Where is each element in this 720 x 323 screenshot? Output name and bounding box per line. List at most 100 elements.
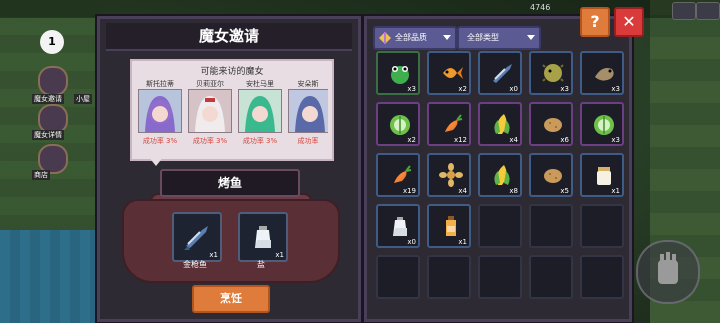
- inventory-slot[interactable]: x2: [376, 102, 420, 146]
- jar-icon: [597, 167, 611, 185]
- inventory-slot-empty[interactable]: [478, 204, 522, 248]
- witch-portrait: [288, 89, 328, 133]
- hand-icon: [658, 252, 678, 284]
- cabbage-icon: [594, 115, 614, 135]
- hud-button[interactable]: [672, 2, 696, 20]
- potato-icon: [544, 118, 562, 132]
- inventory-slot-empty[interactable]: [376, 255, 420, 299]
- inventory-slot[interactable]: x0: [376, 204, 420, 248]
- inventory-slot-empty[interactable]: [580, 255, 624, 299]
- item-qty: x8: [509, 187, 518, 195]
- quality-filter-dropdown[interactable]: 全部品质: [373, 26, 457, 50]
- inventory-slot[interactable]: x0: [478, 51, 522, 95]
- inventory-slot[interactable]: x2: [427, 51, 471, 95]
- cabbage-icon: [390, 115, 410, 135]
- hud-button[interactable]: [696, 2, 720, 20]
- side-label-invite: 魔女邀请: [32, 94, 64, 104]
- inventory-slot[interactable]: x12: [427, 102, 471, 146]
- salt-icon: [393, 217, 407, 236]
- inventory-slot[interactable]: x6: [529, 102, 573, 146]
- goldfish-icon: [443, 67, 463, 79]
- side-label-shop: 商店: [32, 170, 50, 180]
- inventory-slot-empty[interactable]: [529, 255, 573, 299]
- inventory-slot-empty[interactable]: [427, 255, 471, 299]
- visiting-witches-title: 可能来访的魔女: [200, 67, 264, 77]
- oil-icon: [446, 216, 456, 236]
- side-label-detail: 魔女详情: [32, 130, 64, 140]
- item-qty: x4: [458, 187, 467, 195]
- ingredient-slot[interactable]: x1: [172, 212, 222, 262]
- close-button[interactable]: ✕: [614, 7, 644, 37]
- item-qty: x5: [560, 187, 569, 195]
- chapter-badge[interactable]: 1: [40, 30, 64, 54]
- item-qty: x2: [407, 136, 416, 144]
- inventory-slot[interactable]: x3: [580, 51, 624, 95]
- item-qty: x1: [611, 187, 620, 195]
- help-button[interactable]: ?: [580, 7, 610, 37]
- inventory-slot[interactable]: x19: [376, 153, 420, 197]
- ingredient-qty: x1: [275, 251, 284, 259]
- item-qty: x2: [458, 85, 467, 93]
- hand-action-button[interactable]: [636, 240, 700, 304]
- witch-success-rate: 成功率 3%: [242, 137, 278, 145]
- item-qty: x0: [509, 85, 518, 93]
- inventory-slot[interactable]: x3: [376, 51, 420, 95]
- corn-icon: [494, 165, 510, 185]
- inventory-slot[interactable]: x3: [529, 51, 573, 95]
- type-filter-label: 全部类型: [467, 33, 499, 42]
- witch-success-rate: 成功率 3%: [142, 137, 178, 145]
- item-qty: x19: [402, 187, 416, 195]
- witch-name: 安朵斯: [297, 80, 319, 88]
- witch-card[interactable]: 贝莉亚尔 成功率 3%: [188, 79, 232, 151]
- carrot-icon: [394, 165, 412, 183]
- inventory-slot-empty[interactable]: [580, 204, 624, 248]
- seal-icon: [595, 68, 614, 81]
- ingredient-slot[interactable]: x1: [238, 212, 288, 262]
- frog-icon: [391, 66, 409, 84]
- item-qty: x3: [611, 85, 620, 93]
- inventory-slot[interactable]: x5: [529, 153, 573, 197]
- inventory-slot[interactable]: x3: [580, 102, 624, 146]
- witch-name: 贝莉亚尔: [196, 80, 224, 88]
- inventory-slot[interactable]: x4: [427, 153, 471, 197]
- inventory-slot-empty[interactable]: [478, 255, 522, 299]
- inventory-slot[interactable]: x1: [427, 204, 471, 248]
- panel-title: 魔女邀请: [198, 27, 259, 45]
- witch-invite-side-button[interactable]: [38, 66, 68, 96]
- item-qty: x6: [560, 136, 569, 144]
- witch-card[interactable]: 安朵斯 成功率: [288, 79, 328, 151]
- visiting-witches-box: 可能来访的魔女 斯托拉蒂 成功率 3% 贝莉亚尔 成功率 3% 安杜马里 成功率…: [130, 59, 334, 161]
- witch-portrait: [238, 89, 282, 133]
- potato-icon: [544, 169, 562, 183]
- witch-card[interactable]: 安杜马里 成功率 3%: [238, 79, 282, 151]
- item-qty: x4: [509, 136, 518, 144]
- salt-icon: [255, 226, 271, 248]
- inventory-slot[interactable]: x4: [478, 102, 522, 146]
- ingredient-name: 盐: [257, 260, 265, 269]
- gem-icon: [379, 32, 391, 44]
- tuna-icon: [493, 64, 512, 83]
- inventory-slot-empty[interactable]: [529, 204, 573, 248]
- chevron-down-icon: [443, 35, 451, 40]
- witch-card[interactable]: 斯托拉蒂 成功率 3%: [138, 79, 182, 151]
- witch-name: 安杜马里: [246, 80, 274, 88]
- inventory-slot[interactable]: x8: [478, 153, 522, 197]
- witch-name: 斯托拉蒂: [146, 80, 174, 88]
- corn-icon: [494, 114, 510, 134]
- ingredient-qty: x1: [209, 251, 218, 259]
- chevron-down-icon: [527, 35, 535, 40]
- type-filter-dropdown[interactable]: 全部类型: [457, 26, 541, 50]
- flower-icon: [439, 163, 463, 187]
- cook-button[interactable]: 烹饪: [192, 285, 270, 313]
- coin-count: 4746: [530, 3, 551, 12]
- inventory-grid: x3 x2 x0 x3 x3 x2 x12 x4 x6 x3 x19 x4 x8 x5 x1 x0 x1: [376, 51, 624, 299]
- inventory-panel: 全部品质 全部类型 x3 x2 x0 x3 x3 x2 x12 x4 x6 x3 x19 x4 x8 x5…: [364, 16, 632, 322]
- pufferfish-icon: [542, 64, 564, 82]
- witch-invite-panel: 魔女邀请 可能来访的魔女 斯托拉蒂 成功率 3% 贝莉亚尔 成功率 3% 安杜马…: [97, 16, 361, 322]
- inventory-slot[interactable]: x1: [580, 153, 624, 197]
- item-qty: x3: [407, 85, 416, 93]
- witch-portrait: [138, 89, 182, 133]
- item-qty: x3: [560, 85, 569, 93]
- item-qty: x12: [453, 136, 467, 144]
- witch-success-rate: 成功率: [297, 137, 319, 145]
